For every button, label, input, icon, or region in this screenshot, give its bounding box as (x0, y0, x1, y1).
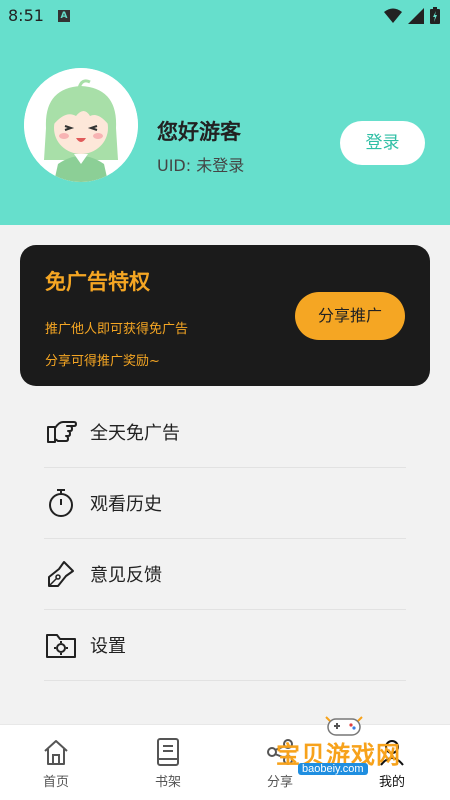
avatar[interactable] (24, 68, 138, 182)
status-bar: 8:51 A (0, 0, 450, 32)
settings-folder-icon (44, 628, 78, 662)
menu-label-ad-free: 全天免广告 (90, 423, 180, 444)
home-icon (26, 737, 86, 767)
promo-description: 推广他人即可获得免广告 (45, 322, 189, 337)
menu-item-history[interactable]: 观看历史 (44, 468, 406, 539)
menu-item-feedback[interactable]: 意见反馈 (44, 539, 406, 610)
battery-icon (430, 7, 440, 28)
greeting-title: 您好游客 (157, 120, 241, 144)
app-notification-icon: A (58, 10, 70, 22)
book-icon (138, 737, 198, 767)
hand-point-icon (44, 415, 78, 449)
tab-bookshelf[interactable]: 书架 (138, 737, 198, 790)
signal-icon (408, 7, 424, 28)
menu-label-history: 观看历史 (90, 494, 162, 515)
tab-label-bookshelf: 书架 (154, 775, 181, 790)
ad-free-promo-card: 免广告特权 推广他人即可获得免广告 分享可得推广奖励~ 分享推广 (20, 245, 430, 386)
uid-text: UID: 未登录 (157, 156, 245, 175)
menu-item-ad-free[interactable]: 全天免广告 (44, 397, 406, 468)
watermark-url: baobeiy.com (298, 763, 368, 775)
settings-menu: 全天免广告 观看历史 意见反馈 设置 (44, 397, 406, 681)
tab-label-home: 首页 (42, 775, 69, 790)
status-time: 8:51 (8, 6, 44, 25)
promo-title: 免广告特权 (45, 270, 150, 294)
pen-nib-icon (44, 557, 78, 591)
tab-home[interactable]: 首页 (26, 737, 86, 790)
menu-label-settings: 设置 (90, 636, 126, 657)
promo-reward-text: 分享可得推广奖励~ (45, 354, 160, 369)
wifi-icon (384, 8, 402, 28)
stopwatch-icon (44, 486, 78, 520)
login-button[interactable]: 登录 (340, 121, 425, 165)
system-icons (384, 7, 440, 28)
menu-item-settings[interactable]: 设置 (44, 610, 406, 681)
menu-label-feedback: 意见反馈 (90, 565, 162, 586)
share-promote-button[interactable]: 分享推广 (295, 292, 405, 340)
site-watermark: 宝贝游戏网 baobeiy.com (276, 713, 426, 793)
